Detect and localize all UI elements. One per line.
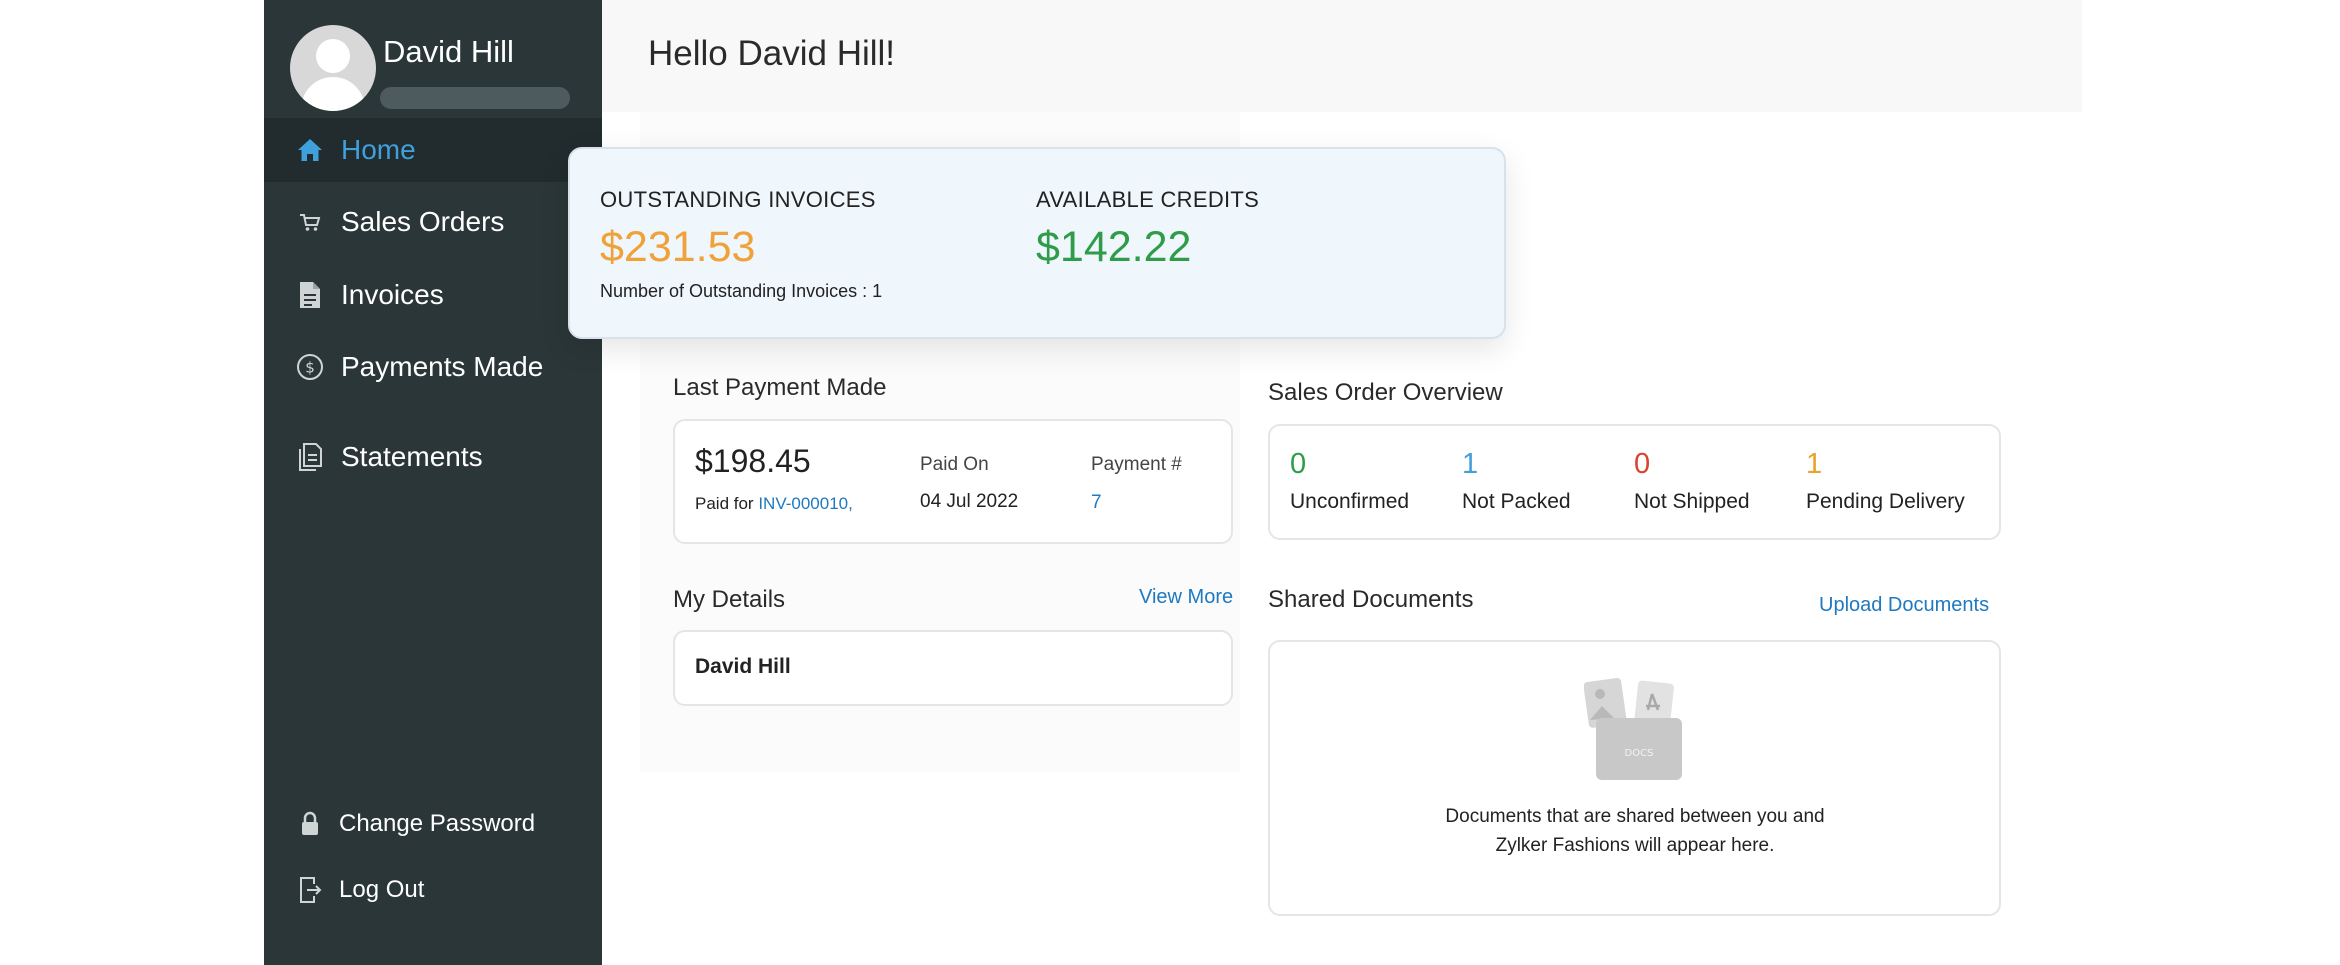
svg-text:DOCS: DOCS — [1625, 748, 1654, 759]
document-icon — [294, 279, 326, 311]
sidebar-item-label: Log Out — [339, 876, 425, 903]
available-credits-title: AVAILABLE CREDITS — [1036, 187, 1260, 212]
svg-text:$: $ — [305, 359, 315, 377]
paid-for-label: Paid for INV-000010, — [695, 494, 853, 513]
payment-number-link[interactable]: 7 — [1091, 492, 1102, 514]
sales-order-overview-card: 0 Unconfirmed 1 Not Packed 0 Not Shipped… — [1268, 424, 2001, 540]
sidebar-item-home[interactable]: Home — [264, 118, 602, 182]
my-details-card: David Hill — [673, 630, 1233, 706]
sidebar-item-label: Sales Orders — [341, 206, 505, 237]
last-payment-card: $198.45 Paid for INV-000010, Paid On 04 … — [673, 419, 1233, 544]
paid-on-value: 04 Jul 2022 — [920, 491, 1019, 512]
sales-order-overview-title: Sales Order Overview — [1268, 379, 1503, 406]
sidebar-item-log-out[interactable]: Log Out — [264, 858, 602, 922]
outstanding-invoices-count: Number of Outstanding Invoices : 1 — [600, 281, 883, 301]
stat-label: Unconfirmed — [1290, 490, 1410, 513]
sidebar-item-label: Change Password — [339, 810, 536, 837]
upload-documents-link[interactable]: Upload Documents — [1819, 594, 1989, 617]
available-credits-amount[interactable]: $142.22 — [1036, 223, 1191, 272]
stat-count: 1 — [1806, 448, 1823, 480]
outstanding-invoices-amount[interactable]: $231.53 — [600, 223, 755, 272]
home-icon — [294, 134, 326, 166]
details-name: David Hill — [695, 655, 791, 678]
summary-card: OUTSTANDING INVOICES $231.53 Number of O… — [568, 147, 1506, 339]
sidebar-item-statements[interactable]: Statements — [264, 425, 602, 489]
page: David Hill Home Sales Orders Invoices $ — [0, 0, 2340, 965]
paid-on-label: Paid On — [920, 454, 989, 475]
shared-documents-card: DOCS Documents that are shared between y… — [1268, 640, 2001, 916]
sidebar-item-payments-made[interactable]: $ Payments Made — [264, 335, 602, 399]
stat-label: Pending Delivery — [1806, 490, 1965, 513]
stat-count: 0 — [1634, 448, 1651, 480]
documents-illustration-icon: DOCS — [1583, 676, 1684, 786]
stat-label: Not Packed — [1462, 490, 1571, 513]
payment-number-label: Payment # — [1091, 454, 1182, 475]
outstanding-invoices-title: OUTSTANDING INVOICES — [600, 187, 876, 212]
page-title: Hello David Hill! — [648, 34, 896, 73]
stat-label: Not Shipped — [1634, 490, 1750, 513]
sidebar-item-label: Home — [341, 134, 416, 165]
sidebar-item-label: Payments Made — [341, 351, 544, 382]
lock-icon — [294, 808, 326, 840]
sidebar-item-sales-orders[interactable]: Sales Orders — [264, 190, 602, 254]
paid-for-invoice-link[interactable]: INV-000010, — [758, 494, 853, 513]
last-payment-title: Last Payment Made — [673, 374, 887, 401]
profile-name: David Hill — [383, 34, 514, 69]
logout-icon — [294, 874, 326, 906]
statements-icon — [294, 441, 326, 473]
sidebar-item-invoices[interactable]: Invoices — [264, 263, 602, 327]
sidebar: David Hill Home Sales Orders Invoices $ — [264, 0, 602, 965]
profile-header: David Hill — [264, 0, 602, 118]
last-payment-amount: $198.45 — [695, 443, 811, 479]
cart-icon — [294, 206, 326, 238]
profile-subtitle-placeholder — [380, 87, 570, 109]
sidebar-item-change-password[interactable]: Change Password — [264, 792, 602, 856]
sidebar-item-label: Statements — [341, 441, 483, 472]
sidebar-item-label: Invoices — [341, 279, 444, 310]
avatar[interactable] — [290, 25, 376, 111]
stat-count: 1 — [1462, 448, 1479, 480]
dollar-circle-icon: $ — [294, 351, 326, 383]
empty-documents-message: Documents that are shared between you an… — [1445, 806, 1825, 856]
stat-count: 0 — [1290, 448, 1307, 480]
view-more-link[interactable]: View More — [1139, 586, 1233, 609]
shared-documents-title: Shared Documents — [1268, 586, 1474, 613]
my-details-title: My Details — [673, 586, 786, 613]
